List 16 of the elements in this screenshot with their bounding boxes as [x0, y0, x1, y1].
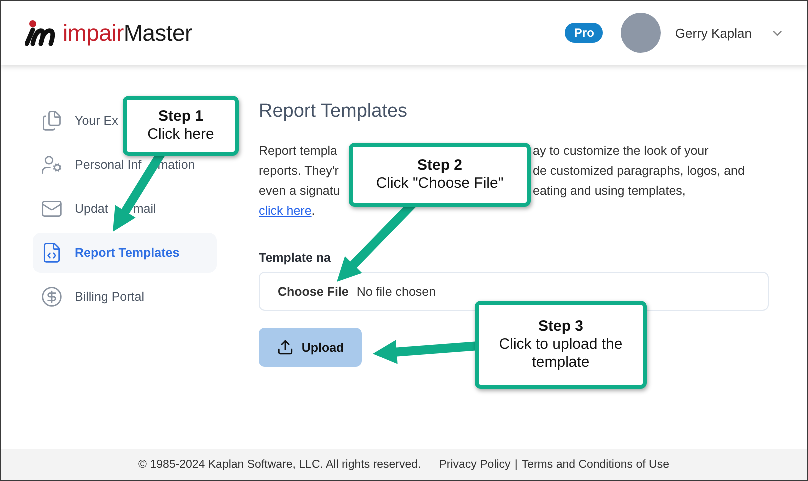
intro-text: Report templa reports. They'r even a signatu: [259, 143, 342, 200]
file-status: No file chosen: [356, 284, 436, 298]
tooltip-title: Step 1: [158, 108, 204, 126]
intro-text: ay to customize the look of your de customized paragraphs, logos, and eating and using templates,: [533, 143, 746, 200]
copyright-text: © 1985-2024 Kaplan Software, LLC. All rights reserved.: [138, 458, 422, 470]
tooltip-text: Click to upload the template: [498, 336, 624, 372]
tooltip-title: Step 3: [538, 318, 584, 336]
period-text: .: [312, 203, 316, 220]
tooltip-text: Click here: [148, 126, 214, 144]
logo-wordmark: impairMaster: [63, 20, 192, 46]
tooltip-title: Step 2: [417, 157, 462, 175]
tooltip-text: Click "Choose File": [376, 175, 504, 193]
page-title: Report Templates: [259, 101, 408, 123]
field-label: Template na: [259, 251, 332, 265]
plan-badge: Pro: [565, 23, 604, 43]
link-separator: |: [514, 458, 518, 470]
